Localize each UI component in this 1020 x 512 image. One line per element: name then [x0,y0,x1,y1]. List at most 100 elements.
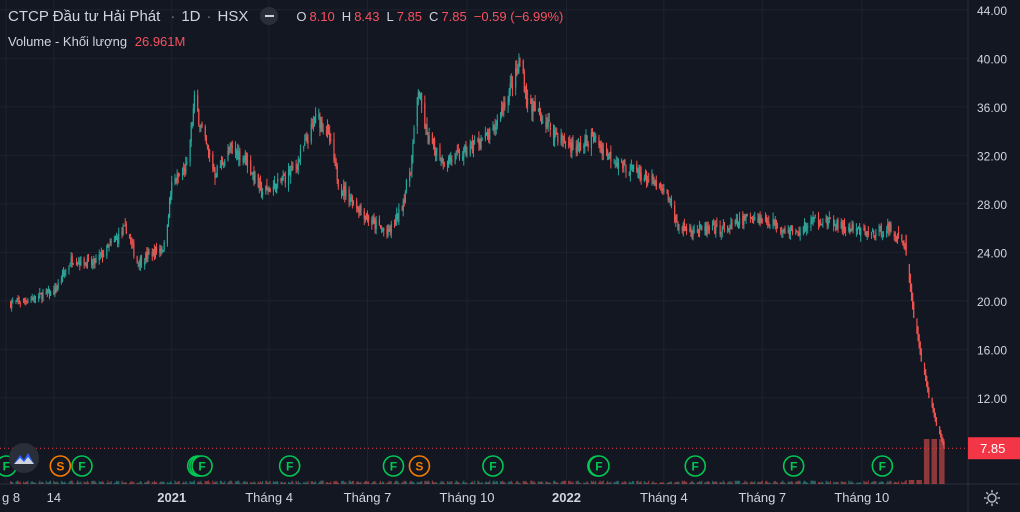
volume-bar [219,480,222,484]
candle-body [95,258,97,263]
candle-body [855,228,857,231]
candle-body [894,234,896,237]
volume-bar [94,481,96,484]
candle-body [281,180,283,182]
candle-body [151,251,153,257]
symbol-name[interactable]: CTCP Đầu tư Hải Phát [8,8,160,25]
candle-body [383,228,385,231]
volume-bar [837,481,839,484]
candle-body [231,145,233,148]
volume-bar [60,480,63,484]
time-tick-label: Tháng 4 [640,490,688,505]
volume-bar [882,481,885,484]
candle-body [380,229,383,231]
volume-bar [860,482,862,484]
candle-body [780,227,782,232]
volume-bar [382,481,384,484]
price-axis[interactable]: 44.00 40.00 36.00 32.00 28.00 24.00 20.00 16.00… [977,4,1007,406]
volume-bar [557,482,559,484]
volume-bar [440,481,442,484]
candle-body [206,145,209,147]
volume-bar [95,482,97,484]
volume-bar [83,481,85,484]
volume-bar [867,480,869,484]
volume-bar [638,482,640,484]
candle-body [9,302,12,308]
volume-bar [851,482,853,484]
volume-bar [98,481,100,484]
candle-body [94,259,96,264]
volume-bar [99,481,101,484]
candle-body [159,248,161,253]
candle-body [416,97,418,127]
volume-bar [441,481,443,484]
volume-bar [290,482,292,484]
volume-bar [367,481,370,484]
time-axis[interactable]: g 8 14 2021 Tháng 4 Tháng 7 Tháng 10 2022 Tháng… [2,490,889,505]
candle-body [183,168,185,171]
candle-body [388,229,390,232]
candle-body [108,245,110,248]
candle-body [570,143,572,153]
candle-body [653,180,655,185]
candle-body [586,135,588,143]
candle-body [698,224,701,234]
volume-bar [852,482,854,484]
exchange-label: HSX [217,7,249,25]
settings-gear-icon[interactable] [983,489,1001,507]
volume-bar [183,481,185,484]
marker-label: S [415,460,423,474]
candle-body [78,261,80,263]
price-chart[interactable]: 7.85 44.00 40.00 36.00 32.00 28.00 24.00 20.00… [0,0,1020,512]
candle-body [599,143,601,149]
candle-body [122,227,124,235]
candle-body [472,145,475,152]
tradingview-logo-icon[interactable] [9,443,39,473]
volume-bar [48,481,51,484]
volume-bar [895,482,898,484]
volume-bar [336,481,338,484]
candle-body [19,302,21,304]
candle-body [68,266,70,271]
candle-body [330,139,332,141]
interval-label[interactable]: 1D [181,8,200,25]
candle-body [545,121,547,128]
volume-bar [904,481,906,484]
candle-body [373,217,375,221]
candle-body [18,300,20,303]
candle-body [857,228,860,230]
candle-body [532,103,534,115]
candle-body [683,223,686,231]
candle-body [322,130,324,132]
volume-bar [244,481,246,484]
volume-bar [224,481,226,484]
volume-bar [297,480,299,484]
event-markers[interactable]: FSFFFFFFSFFFFFF [0,455,894,477]
candle-body [227,150,229,161]
volume-bar [351,481,353,484]
candle-body [713,222,715,226]
volume-bar [54,481,56,484]
volume-bar [643,480,645,484]
candle-body [742,216,744,226]
volume-bar [373,481,375,484]
candle-body [65,270,67,273]
price-tick-label: 20.00 [977,295,1007,309]
volume-bar [796,481,798,484]
volume-bar [825,480,827,484]
candle-body [631,167,634,169]
volume-bar [274,481,277,484]
volume-bar [654,482,656,484]
candle-body [170,195,172,201]
volume-bar [78,481,80,484]
candle-body [443,164,445,166]
candle-body [419,93,422,95]
volume-bar [479,482,481,484]
volume-bar [174,480,176,484]
candle-body [11,302,13,309]
eye-toggle-icon[interactable] [260,7,279,25]
candle-body [378,219,380,226]
volume-bar [754,481,756,484]
candle-body [47,289,50,293]
candle-body [277,178,279,182]
